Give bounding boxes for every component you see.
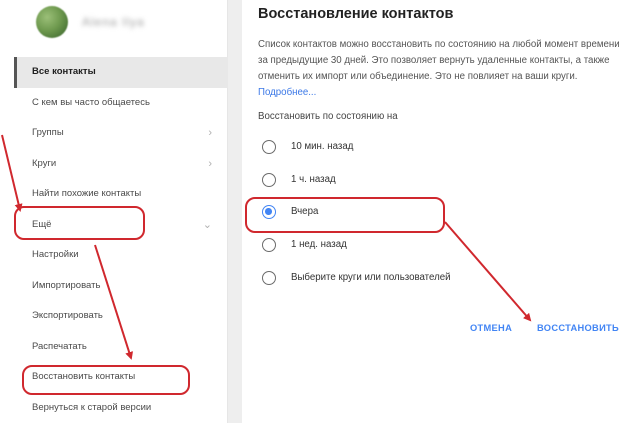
sidebar-item-print[interactable]: Распечатать — [14, 332, 228, 363]
option-label: 10 мин. назад — [291, 141, 354, 152]
option-10-min[interactable]: 10 мин. назад — [262, 139, 602, 157]
sidebar-item-label: Все контакты — [32, 66, 96, 77]
cancel-button[interactable]: ОТМЕНА — [470, 323, 512, 333]
sidebar-item-groups[interactable]: Группы › — [14, 118, 228, 149]
dialog-title: Восстановление контактов — [258, 6, 454, 22]
chevron-down-icon: ⌄ — [202, 218, 212, 231]
sidebar-item-frequent[interactable]: С кем вы часто общаетесь — [14, 88, 228, 119]
account-header[interactable]: Alena Ilya — [14, 0, 228, 50]
sidebar-item-label: Вернуться к старой версии — [32, 401, 152, 413]
sidebar-item-label: Распечатать — [32, 340, 87, 352]
learn-more-link[interactable]: Подробнее... — [258, 87, 316, 98]
annotation-outline-more — [14, 206, 145, 240]
option-label: Выберите круги или пользователей — [291, 272, 451, 283]
sidebar-item-label: Группы — [32, 127, 64, 138]
chevron-right-icon: › — [208, 157, 212, 170]
avatar[interactable] — [36, 6, 68, 38]
radio-button[interactable] — [262, 271, 276, 285]
restore-button[interactable]: ВОССТАНОВИТЬ — [537, 323, 619, 333]
dialog-description: Список контактов можно восстановить по с… — [258, 37, 628, 101]
panel-divider — [228, 0, 242, 423]
option-label: 1 ч. назад — [291, 174, 336, 185]
sidebar-item-label: Импортировать — [32, 279, 101, 291]
sidebar-item-find-duplicates[interactable]: Найти похожие контакты — [14, 179, 228, 210]
account-name: Alena Ilya — [82, 15, 145, 29]
sidebar-item-export[interactable]: Экспортировать — [14, 301, 228, 332]
sidebar-item-import[interactable]: Импортировать — [14, 271, 228, 302]
sidebar-item-label: С кем вы часто общаетесь — [32, 96, 150, 108]
sidebar-item-settings[interactable]: Настройки — [14, 240, 228, 271]
radio-button[interactable] — [262, 238, 276, 252]
option-choose-circles[interactable]: Выберите круги или пользователей — [262, 270, 602, 288]
description-text: Список контактов можно восстановить по с… — [258, 39, 620, 82]
chevron-right-icon: › — [208, 127, 212, 139]
annotation-outline-yesterday — [245, 197, 445, 233]
radio-button[interactable] — [262, 173, 276, 187]
sidebar-item-circles[interactable]: Круги › — [14, 149, 228, 180]
restore-as-of-label: Восстановить по состоянию на — [258, 111, 398, 122]
sidebar-item-old-version[interactable]: Вернуться к старой версии — [14, 393, 228, 423]
option-1-hour[interactable]: 1 ч. назад — [262, 172, 602, 190]
sidebar-item-all-contacts[interactable]: Все контакты — [14, 57, 228, 88]
option-1-week[interactable]: 1 нед. назад — [262, 237, 602, 255]
sidebar-item-label: Настройки — [32, 249, 79, 260]
sidebar-item-label: Найти похожие контакты — [32, 188, 142, 199]
radio-button[interactable] — [262, 140, 276, 154]
option-label: 1 нед. назад — [291, 239, 347, 250]
sidebar-item-label: Экспортировать — [32, 310, 103, 321]
annotation-outline-restore-contacts — [22, 365, 190, 395]
sidebar-item-label: Круги — [32, 157, 57, 169]
